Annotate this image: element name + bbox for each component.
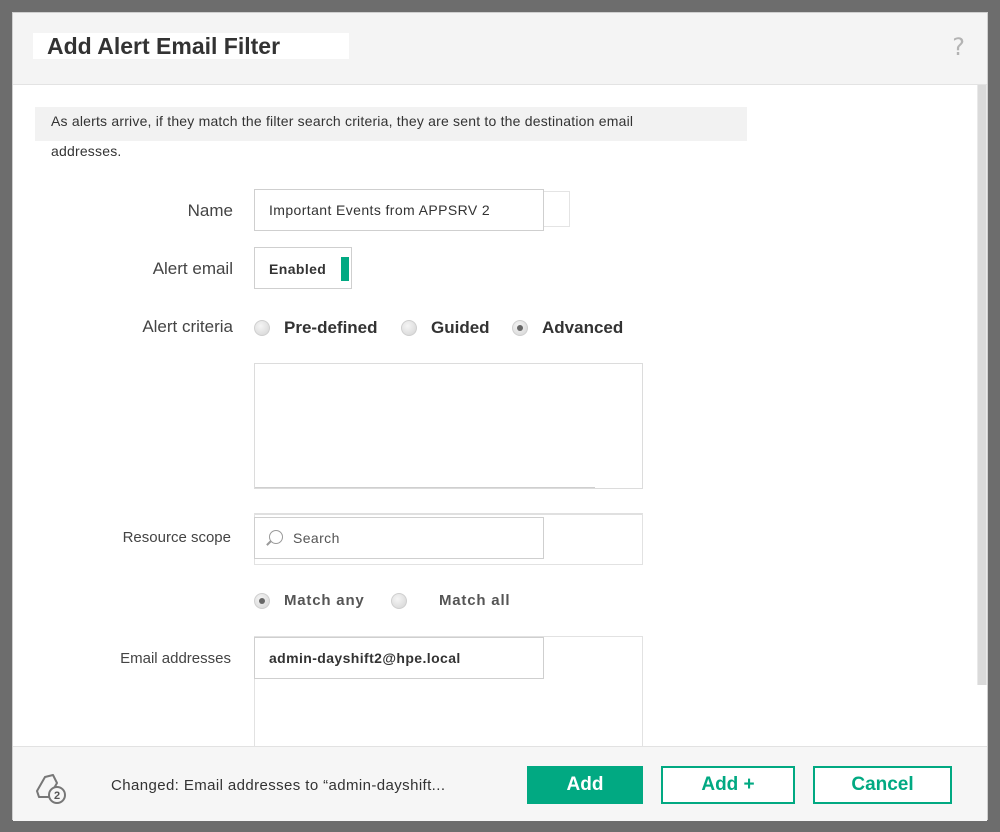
add-button[interactable]: Add — [527, 766, 643, 804]
changes-count: 2 — [54, 790, 60, 802]
radio-predefined[interactable] — [254, 320, 270, 336]
radio-match-all-label: Match all — [439, 592, 511, 609]
criteria-option-advanced[interactable]: Advanced — [512, 318, 623, 338]
alert-email-toggle-label: Enabled — [269, 261, 327, 277]
alert-email-label: Alert email — [152, 259, 233, 278]
radio-match-any-label: Match any — [284, 592, 365, 609]
search-icon — [269, 530, 283, 544]
resource-scope-label: Resource scope — [122, 529, 231, 546]
radio-match-any[interactable] — [254, 592, 270, 609]
changes-icon[interactable]: 2 — [31, 769, 71, 805]
add-plus-button[interactable]: Add + — [661, 766, 795, 804]
dialog-header: Add Alert Email Filter ? — [13, 13, 987, 85]
search-placeholder: Search — [293, 530, 340, 546]
radio-advanced-label: Advanced — [542, 318, 624, 337]
alert-email-toggle[interactable]: Enabled — [254, 247, 352, 289]
dialog-title: Add Alert Email Filter — [33, 33, 349, 59]
radio-advanced[interactable] — [512, 320, 528, 336]
name-label: Name — [187, 201, 233, 220]
add-alert-email-filter-dialog: Add Alert Email Filter ? As alerts arriv… — [12, 12, 988, 821]
toggle-indicator — [341, 257, 349, 281]
email-addresses-label: Email addresses — [120, 650, 231, 667]
name-input[interactable]: Important Events from APPSRV 2 — [254, 189, 544, 231]
status-message: Changed: Email addresses to “admin-daysh… — [111, 777, 446, 794]
alert-criteria-label: Alert criteria — [142, 317, 233, 336]
name-input-edge — [544, 191, 570, 227]
dialog-footer: 2 Changed: Email addresses to “admin-day… — [13, 746, 987, 821]
email-address-input[interactable]: admin-dayshift2@hpe.local — [254, 637, 544, 679]
scrollbar[interactable] — [977, 85, 987, 685]
cancel-button[interactable]: Cancel — [813, 766, 952, 804]
description-text: As alerts arrive, if they match the filt… — [35, 107, 747, 141]
match-all-option[interactable]: Match all — [391, 592, 510, 609]
scrollbar-thumb[interactable] — [978, 85, 986, 685]
radio-guided-label: Guided — [431, 318, 490, 337]
radio-predefined-label: Pre-defined — [284, 318, 378, 337]
criteria-option-guided[interactable]: Guided — [401, 318, 490, 338]
help-icon[interactable]: ? — [952, 33, 965, 61]
radio-match-all[interactable] — [391, 592, 407, 609]
match-any-option[interactable]: Match any — [254, 592, 365, 609]
description-text-continued: addresses. — [51, 143, 122, 159]
resource-scope-search-input[interactable]: Search — [254, 517, 544, 559]
criteria-option-predefined[interactable]: Pre-defined — [254, 318, 378, 338]
criteria-query-textarea[interactable] — [254, 363, 643, 489]
radio-guided[interactable] — [401, 320, 417, 336]
